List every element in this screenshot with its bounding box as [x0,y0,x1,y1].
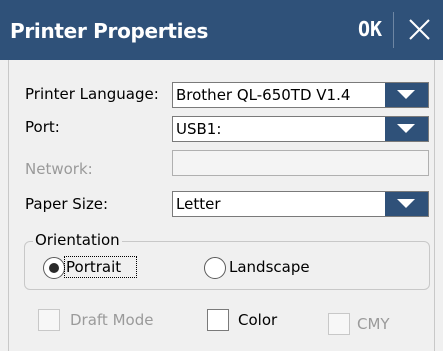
network-label: Network: [25,160,93,178]
close-button[interactable] [402,14,436,46]
chevron-down-icon [397,124,415,133]
printer-language-value: Brother QL-650TD V1.4 [176,86,351,104]
chevron-down-icon [397,90,415,99]
draft-mode-label: Draft Mode [70,311,154,329]
cmy-label: CMY [357,315,390,333]
printer-properties-dialog: Printer Properties OK Printer Language: … [0,0,443,351]
title-bar: Printer Properties OK [0,0,443,60]
landscape-radio[interactable] [204,257,226,279]
portrait-radio-selected-dot [49,263,59,273]
color-checkbox[interactable] [207,309,229,331]
dialog-title: Printer Properties [10,19,209,43]
printer-language-label: Printer Language: [25,85,159,103]
chevron-down-icon [397,199,415,208]
paper-size-select[interactable]: Letter [172,191,429,217]
port-value: USB1: [176,120,222,138]
ok-button[interactable]: OK [352,14,388,44]
port-dropdown-button[interactable] [385,117,428,141]
network-field[interactable] [172,150,429,176]
close-icon [409,19,430,40]
title-bar-separator [393,12,394,48]
paper-size-value: Letter [176,195,221,213]
draft-mode-checkbox[interactable] [38,309,60,331]
portrait-radio[interactable] [43,257,65,279]
orientation-legend: Orientation [33,231,122,249]
portrait-label[interactable]: Portrait [66,258,121,276]
color-label: Color [238,311,278,329]
cmy-checkbox[interactable] [328,313,350,335]
paper-size-dropdown-button[interactable] [385,192,428,216]
port-label: Port: [25,118,60,136]
paper-size-label: Paper Size: [25,195,109,213]
dialog-content: Printer Language: Brother QL-650TD V1.4 … [0,60,443,351]
printer-language-dropdown-button[interactable] [385,83,428,107]
printer-language-select[interactable]: Brother QL-650TD V1.4 [172,82,429,108]
landscape-label[interactable]: Landscape [229,258,310,276]
port-select[interactable]: USB1: [172,116,429,142]
